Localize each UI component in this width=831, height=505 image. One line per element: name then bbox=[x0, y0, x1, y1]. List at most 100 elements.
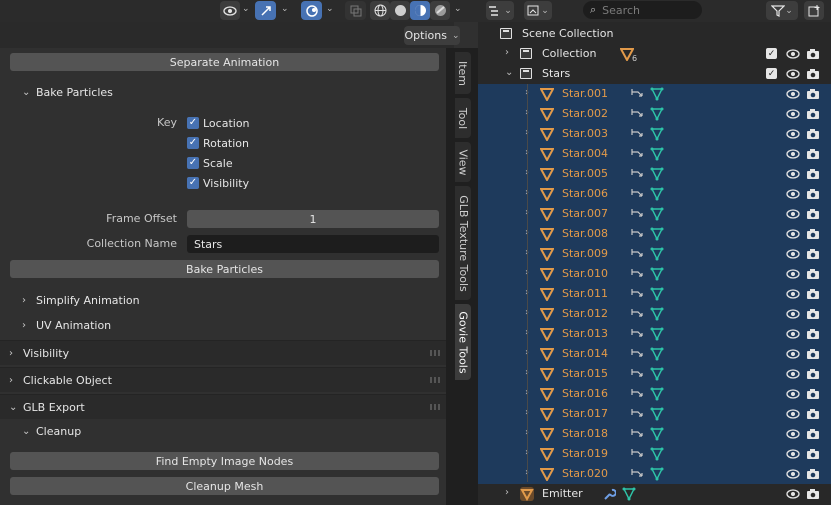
eye-icon[interactable] bbox=[786, 67, 800, 81]
scale-checkbox[interactable]: ✓ Scale bbox=[187, 154, 233, 172]
camera-icon[interactable] bbox=[806, 187, 820, 201]
rotation-checkbox[interactable]: ✓ Rotation bbox=[187, 134, 249, 152]
stars-collection-row[interactable]: ⌄ Stars ✓ bbox=[478, 64, 831, 84]
location-checkbox[interactable]: ✓ Location bbox=[187, 114, 250, 132]
exclude-checkbox[interactable]: ✓ bbox=[766, 48, 777, 59]
eye-icon[interactable] bbox=[786, 467, 800, 481]
collection-row[interactable]: › Collection 6 ✓ bbox=[478, 44, 831, 64]
eye-icon[interactable] bbox=[786, 407, 800, 421]
bake-particles-button[interactable]: Bake Particles bbox=[10, 260, 439, 278]
drag-grip-icon[interactable] bbox=[430, 350, 442, 356]
star-object-row[interactable]: ›Star.009 bbox=[478, 244, 831, 264]
eye-icon[interactable] bbox=[786, 427, 800, 441]
eye-icon[interactable] bbox=[786, 367, 800, 381]
drag-grip-icon[interactable] bbox=[430, 404, 442, 410]
eye-icon[interactable] bbox=[786, 287, 800, 301]
camera-icon[interactable] bbox=[806, 227, 820, 241]
chevron-down-icon[interactable]: ⌄ bbox=[454, 4, 462, 14]
chevron-right-icon[interactable]: › bbox=[505, 487, 509, 498]
solid-shading-icon[interactable] bbox=[390, 1, 410, 20]
camera-icon[interactable] bbox=[806, 387, 820, 401]
star-object-row[interactable]: ›Star.007 bbox=[478, 204, 831, 224]
star-object-row[interactable]: ›Star.013 bbox=[478, 324, 831, 344]
new-collection-button[interactable] bbox=[804, 1, 824, 20]
camera-icon[interactable] bbox=[806, 87, 820, 101]
eye-icon[interactable] bbox=[786, 167, 800, 181]
emitter-row[interactable]: › Emitter bbox=[478, 484, 831, 504]
material-preview-shading-icon[interactable] bbox=[410, 1, 430, 20]
camera-icon[interactable] bbox=[806, 127, 820, 141]
visibility-panel[interactable]: › Visibility bbox=[0, 340, 446, 365]
drag-grip-icon[interactable] bbox=[430, 377, 442, 383]
clickable-object-panel[interactable]: › Clickable Object bbox=[0, 367, 446, 392]
star-object-row[interactable]: ›Star.020 bbox=[478, 464, 831, 484]
collection-name-input[interactable]: Stars bbox=[187, 235, 439, 253]
filter-dropdown[interactable]: ⌄ bbox=[766, 1, 798, 20]
camera-icon[interactable] bbox=[806, 427, 820, 441]
separate-animation-button[interactable]: Separate Animation bbox=[10, 53, 439, 71]
camera-icon[interactable] bbox=[806, 307, 820, 321]
eye-icon[interactable] bbox=[786, 227, 800, 241]
star-object-row[interactable]: ›Star.002 bbox=[478, 104, 831, 124]
chevron-down-icon[interactable]: ⌄ bbox=[242, 4, 250, 14]
eye-icon[interactable] bbox=[786, 447, 800, 461]
tab-govie-tools[interactable]: Govie Tools bbox=[455, 304, 471, 380]
star-object-row[interactable]: ›Star.008 bbox=[478, 224, 831, 244]
visibility-eye-icon[interactable] bbox=[220, 1, 240, 20]
star-object-row[interactable]: ›Star.018 bbox=[478, 424, 831, 444]
star-object-row[interactable]: ›Star.005 bbox=[478, 164, 831, 184]
viewport-canvas[interactable] bbox=[0, 22, 454, 48]
star-object-row[interactable]: ›Star.017 bbox=[478, 404, 831, 424]
wireframe-shading-icon[interactable] bbox=[370, 1, 390, 20]
camera-icon[interactable] bbox=[806, 287, 820, 301]
camera-icon[interactable] bbox=[806, 47, 820, 61]
uv-animation-subpanel-header[interactable]: › UV Animation bbox=[22, 315, 111, 335]
eye-icon[interactable] bbox=[786, 127, 800, 141]
frame-offset-field[interactable]: 1 bbox=[187, 210, 439, 228]
star-object-row[interactable]: ›Star.010 bbox=[478, 264, 831, 284]
star-object-row[interactable]: ›Star.015 bbox=[478, 364, 831, 384]
simplify-animation-subpanel-header[interactable]: › Simplify Animation bbox=[22, 290, 140, 310]
tab-glb-texture-tools[interactable]: GLB Texture Tools bbox=[455, 186, 471, 300]
camera-icon[interactable] bbox=[806, 247, 820, 261]
star-object-row[interactable]: ›Star.004 bbox=[478, 144, 831, 164]
star-object-row[interactable]: ›Star.006 bbox=[478, 184, 831, 204]
tab-view[interactable]: View bbox=[455, 142, 471, 182]
chevron-down-icon[interactable]: ⌄ bbox=[326, 4, 334, 14]
eye-icon[interactable] bbox=[786, 347, 800, 361]
display-mode-dropdown[interactable]: ⌄ bbox=[486, 1, 514, 20]
visibility-checkbox[interactable]: ✓ Visibility bbox=[187, 174, 249, 192]
star-object-row[interactable]: ›Star.014 bbox=[478, 344, 831, 364]
eye-icon[interactable] bbox=[786, 247, 800, 261]
glb-export-panel[interactable]: ⌄ GLB Export bbox=[0, 394, 446, 419]
bake-particles-subpanel-header[interactable]: ⌄ Bake Particles bbox=[22, 82, 113, 102]
eye-icon[interactable] bbox=[786, 487, 800, 501]
eye-icon[interactable] bbox=[786, 387, 800, 401]
chevron-down-icon[interactable]: ⌄ bbox=[281, 4, 289, 14]
exclude-checkbox[interactable]: ✓ bbox=[766, 68, 777, 79]
star-object-row[interactable]: ›Star.011 bbox=[478, 284, 831, 304]
camera-icon[interactable] bbox=[806, 467, 820, 481]
eye-icon[interactable] bbox=[786, 87, 800, 101]
gizmo-toggle-icon[interactable] bbox=[255, 1, 276, 20]
camera-icon[interactable] bbox=[806, 147, 820, 161]
camera-icon[interactable] bbox=[806, 267, 820, 281]
rendered-shading-icon[interactable] bbox=[430, 1, 450, 20]
eye-icon[interactable] bbox=[786, 107, 800, 121]
camera-icon[interactable] bbox=[806, 207, 820, 221]
star-object-row[interactable]: ›Star.003 bbox=[478, 124, 831, 144]
camera-icon[interactable] bbox=[806, 67, 820, 81]
scene-collection-row[interactable]: Scene Collection bbox=[478, 24, 831, 44]
cleanup-subpanel-header[interactable]: ⌄ Cleanup bbox=[22, 421, 81, 441]
eye-icon[interactable] bbox=[786, 147, 800, 161]
camera-icon[interactable] bbox=[806, 447, 820, 461]
filter-view-dropdown[interactable]: ⌄ bbox=[524, 1, 552, 20]
eye-icon[interactable] bbox=[786, 267, 800, 281]
chevron-down-icon[interactable]: ⌄ bbox=[505, 67, 513, 78]
star-object-row[interactable]: ›Star.001 bbox=[478, 84, 831, 104]
cleanup-mesh-button[interactable]: Cleanup Mesh bbox=[10, 477, 439, 495]
tab-item[interactable]: Item bbox=[455, 52, 471, 94]
options-dropdown[interactable]: Options ⌄ bbox=[404, 26, 460, 45]
chevron-right-icon[interactable]: › bbox=[505, 47, 509, 58]
camera-icon[interactable] bbox=[806, 107, 820, 121]
